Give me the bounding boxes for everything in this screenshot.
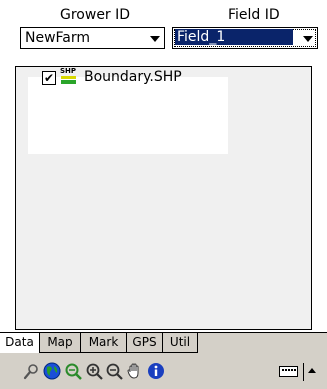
chevron-down-icon[interactable] — [303, 36, 313, 42]
layer-checkbox[interactable]: ✔ — [42, 71, 56, 85]
info-icon[interactable] — [147, 362, 165, 380]
layer-list-area — [28, 77, 228, 154]
chevron-up-icon[interactable] — [308, 368, 316, 373]
chevron-down-icon[interactable] — [150, 36, 160, 42]
zoom-extent-icon[interactable] — [64, 362, 82, 380]
grower-id-value: NewFarm — [25, 30, 91, 46]
field-id-dropdown[interactable]: Field_1 — [172, 27, 318, 49]
tab-data[interactable]: Data — [0, 333, 40, 353]
bottom-toolbar — [0, 354, 327, 389]
field-id-label: Field ID — [228, 7, 280, 23]
tab-map[interactable]: Map — [40, 333, 81, 353]
shapefile-icon: SHP — [60, 68, 77, 86]
zoom-out-icon[interactable] — [105, 362, 123, 380]
tab-gps[interactable]: GPS — [127, 333, 163, 353]
tab-util[interactable]: Util — [163, 333, 198, 353]
shapefile-icon-text: SHP — [60, 67, 77, 75]
pan-hand-icon[interactable] — [126, 362, 144, 380]
grower-id-label: Grower ID — [60, 7, 131, 23]
divider — [303, 363, 304, 381]
layer-list-panel: ✔ SHP Boundary.SHP — [15, 66, 312, 330]
layer-label: Boundary.SHP — [84, 69, 182, 85]
tab-mark[interactable]: Mark — [81, 333, 127, 353]
keyboard-icon[interactable] — [279, 366, 298, 377]
grower-id-dropdown[interactable]: NewFarm — [20, 27, 165, 49]
globe-icon[interactable] — [43, 362, 61, 380]
zoom-in-icon[interactable] — [85, 362, 103, 380]
select-tool-icon[interactable] — [22, 362, 40, 380]
field-id-value: Field_1 — [175, 29, 293, 45]
tab-bar: Data Map Mark GPS Util — [0, 332, 327, 354]
